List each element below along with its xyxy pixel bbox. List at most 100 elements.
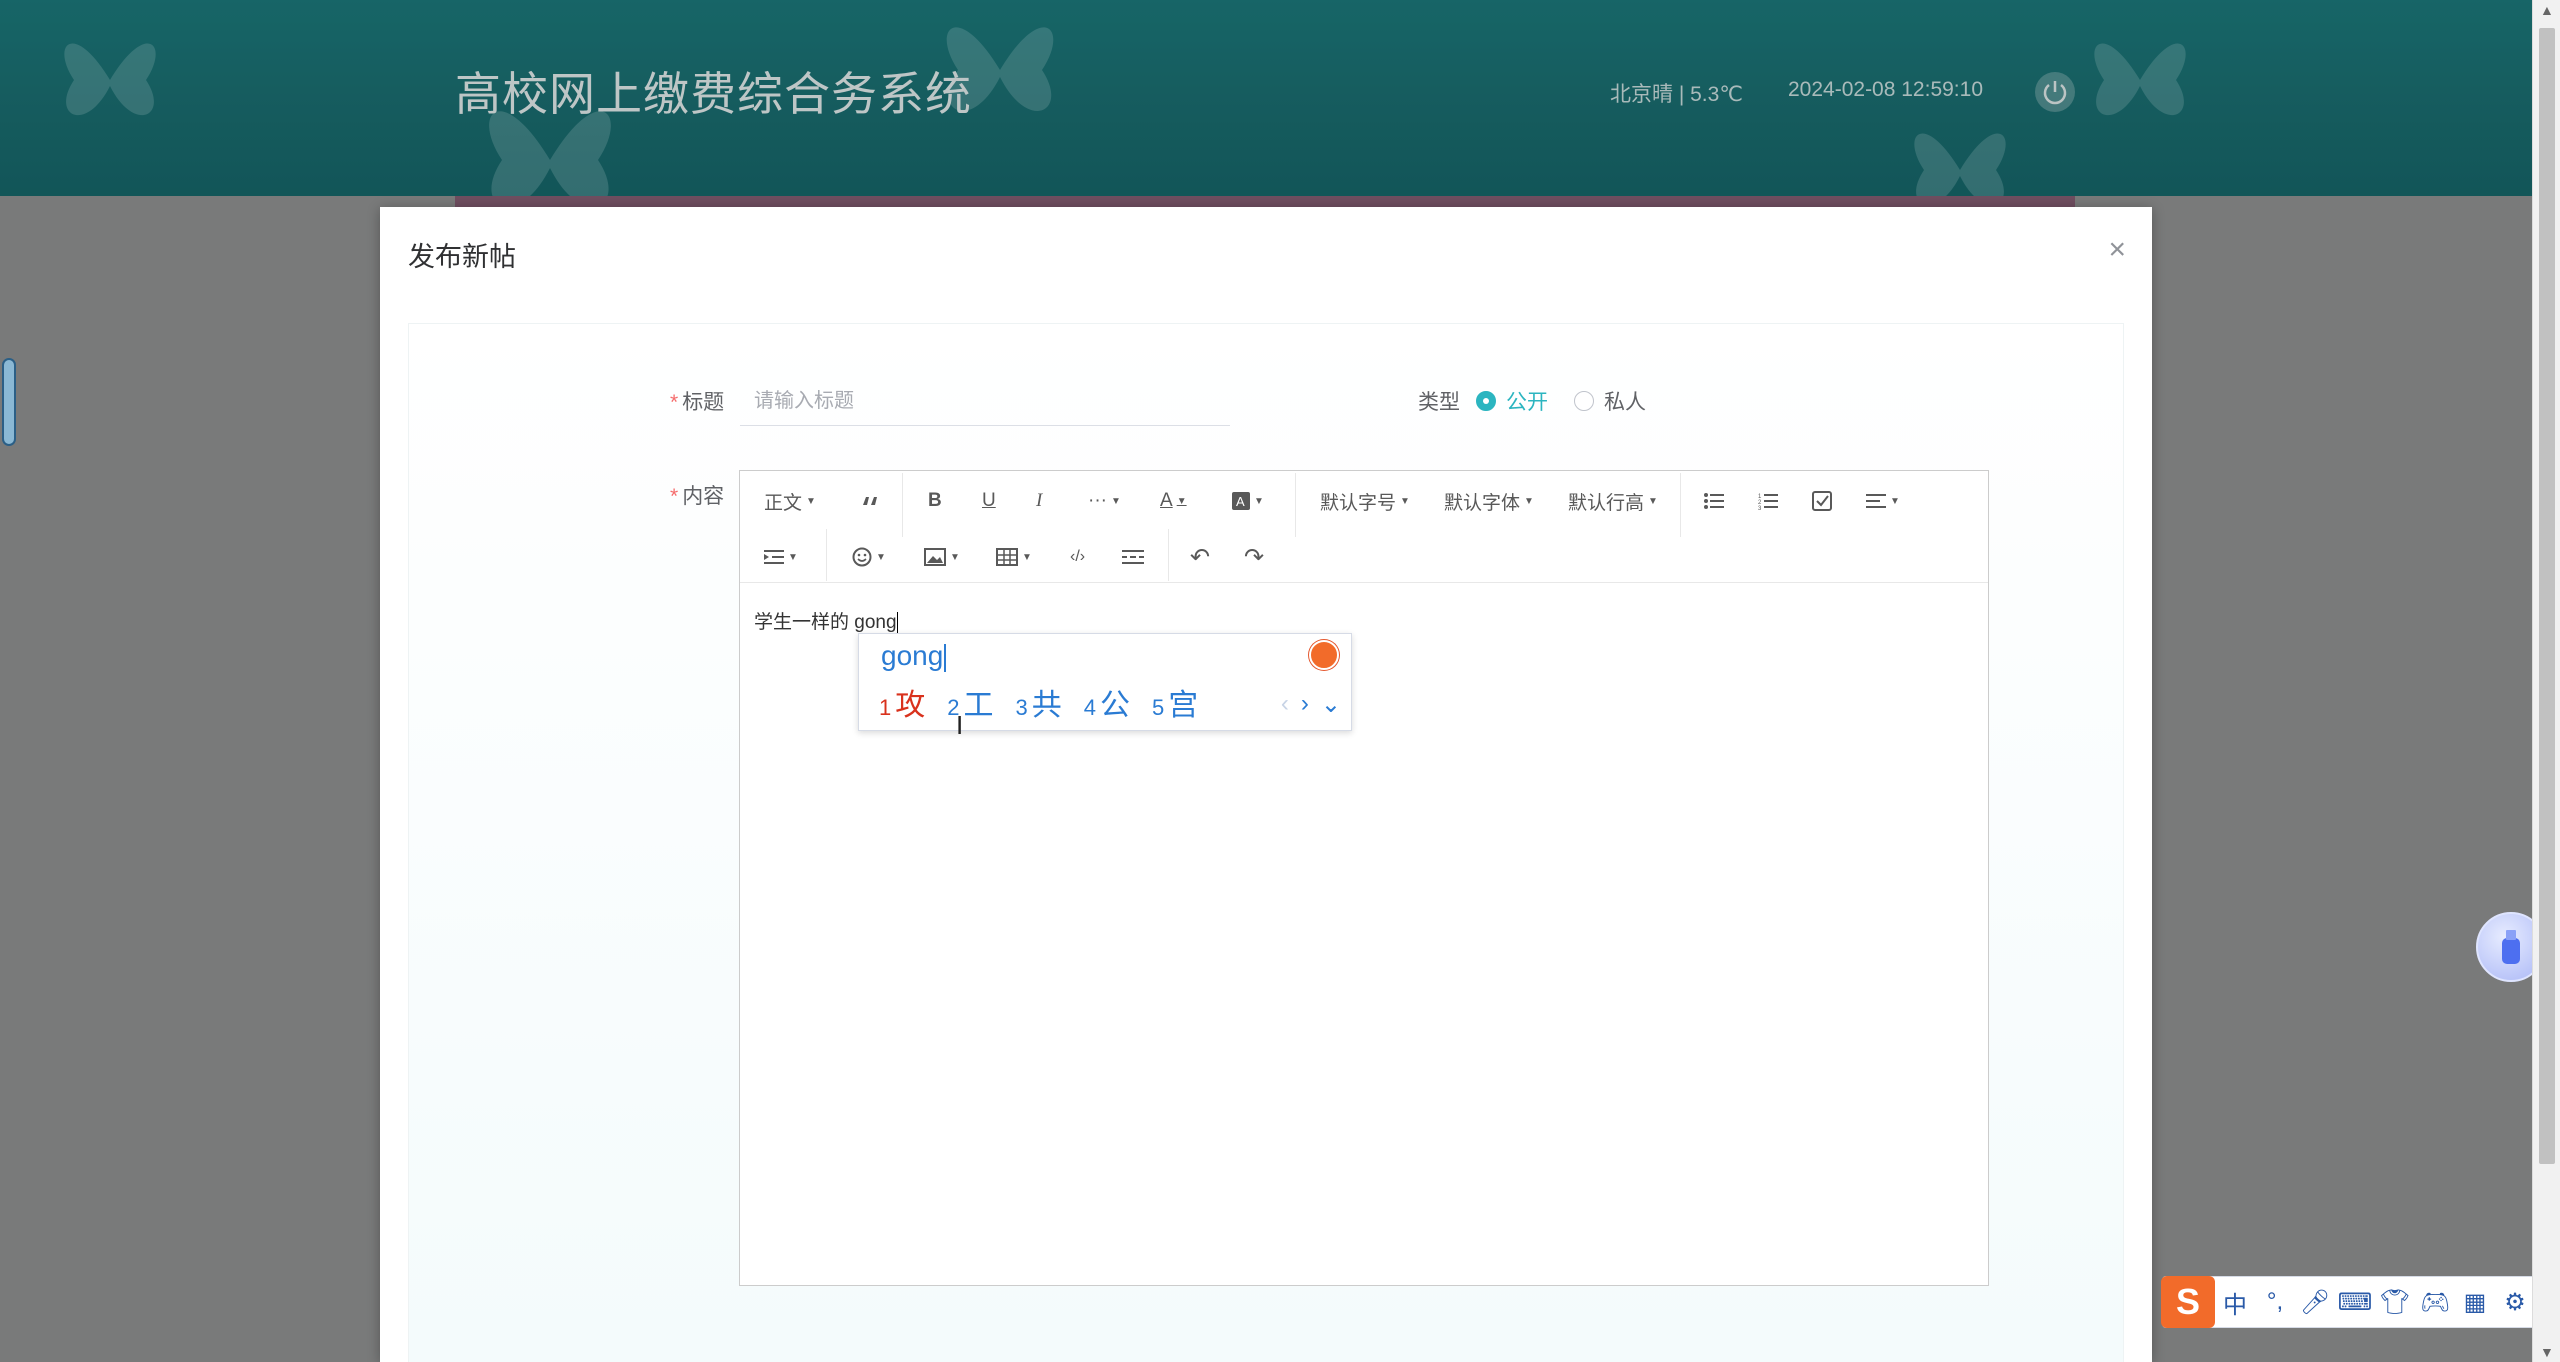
- ime-mode-toggle[interactable]: 中: [2215, 1285, 2255, 1320]
- rich-text-editor: 正文 ▼ B U I ··· ▼ A ▼ A ▼ 默认字号 ▼ 默认字体 ▼ 默认行高 ▼ 1…: [739, 470, 1989, 1286]
- italic-icon[interactable]: I: [1036, 481, 1042, 521]
- undo-icon[interactable]: ↶: [1190, 537, 1210, 577]
- dialog-title: 发布新帖: [408, 242, 516, 272]
- bulleted-list-icon[interactable]: [1704, 481, 1724, 521]
- caret-down-icon: ▼: [950, 551, 960, 563]
- divider-line-icon[interactable]: [1122, 537, 1144, 577]
- toolbar-divider: [1680, 473, 1681, 537]
- ime-candidate-5[interactable]: 5宫: [1152, 680, 1198, 724]
- bold-icon[interactable]: B: [928, 481, 942, 521]
- more-style-label: ···: [1088, 490, 1107, 511]
- font-family-dropdown[interactable]: 默认字体 ▼: [1444, 481, 1534, 521]
- editor-content-text: 学生一样的 gong: [754, 612, 897, 633]
- sogou-logo[interactable]: S: [2161, 1276, 2215, 1328]
- ime-page-nav: ‹ › ⌄: [1281, 690, 1341, 719]
- ime-candidate-4[interactable]: 4公: [1084, 680, 1130, 724]
- sogou-logo-icon[interactable]: [1309, 640, 1339, 670]
- title-input[interactable]: [740, 378, 1230, 426]
- text-caret: [896, 611, 898, 634]
- toolbar-divider: [826, 529, 827, 581]
- page-scrollbar[interactable]: ▲ ▼: [2532, 0, 2560, 1362]
- radio-label-public: 公开: [1506, 391, 1548, 414]
- required-mark: *: [670, 485, 679, 508]
- caret-down-icon: ▼: [1648, 495, 1658, 507]
- caret-down-icon: ▼: [806, 495, 816, 507]
- candidate-text: 工: [963, 689, 994, 722]
- svg-text:3: 3: [1758, 506, 1762, 510]
- radio-checked-icon: [1476, 391, 1496, 411]
- ime-candidate-popup: gong 1攻 2工 3共 4公 5宫 ‹ › ⌄: [858, 633, 1352, 731]
- ime-prev-page-icon[interactable]: ‹: [1281, 690, 1289, 719]
- caret-down-icon: ▼: [1890, 495, 1900, 507]
- caret-down-icon: ▼: [876, 551, 886, 563]
- ime-candidate-2[interactable]: 2工: [947, 680, 993, 724]
- todo-checkbox-icon[interactable]: [1812, 481, 1832, 521]
- emoji-icon[interactable]: ▼: [852, 537, 886, 577]
- line-height-label: 默认行高: [1568, 492, 1645, 514]
- font-size-dropdown[interactable]: 默认字号 ▼: [1320, 481, 1410, 521]
- keyboard-icon[interactable]: ⌨︎: [2335, 1288, 2375, 1317]
- candidate-number: 5: [1152, 695, 1165, 720]
- font-color-icon[interactable]: A ▼: [1160, 481, 1187, 521]
- toolbox-icon[interactable]: ▦: [2455, 1288, 2495, 1317]
- ime-candidate-3[interactable]: 3共: [1016, 680, 1062, 724]
- close-icon[interactable]: ×: [2108, 233, 2126, 267]
- paragraph-format-dropdown[interactable]: 正文 ▼: [764, 481, 816, 521]
- ime-candidate-1[interactable]: 1攻: [879, 680, 925, 724]
- ime-expand-icon[interactable]: ⌄: [1321, 690, 1341, 719]
- more-style-dropdown[interactable]: ··· ▼: [1088, 481, 1121, 521]
- content-label: * 内容: [670, 480, 724, 510]
- ime-pinyin-text: gong: [881, 640, 944, 671]
- toolbar-divider: [1295, 473, 1296, 537]
- toolbar-divider: [1168, 529, 1169, 581]
- game-icon[interactable]: 🎮︎: [2415, 1288, 2455, 1317]
- blockquote-icon[interactable]: [860, 481, 880, 521]
- ime-status-bar: S 中 °, 🎤︎ ⌨︎ 👕︎ 🎮︎ ▦ ⚙: [2161, 1276, 2560, 1328]
- skin-icon[interactable]: 👕︎: [2375, 1288, 2415, 1317]
- editor-content[interactable]: 学生一样的 gong: [754, 607, 898, 634]
- ime-punctuation-toggle[interactable]: °,: [2255, 1288, 2295, 1316]
- mouse-ibeam-cursor-icon: I: [956, 710, 964, 740]
- scrollbar-thumb[interactable]: [2539, 28, 2555, 1164]
- ime-pinyin-input: gong: [881, 640, 947, 672]
- candidate-text: 攻: [895, 689, 926, 722]
- caret-down-icon: ▼: [1254, 495, 1264, 507]
- scroll-down-icon[interactable]: ▼: [2540, 1344, 2554, 1360]
- line-height-dropdown[interactable]: 默认行高 ▼: [1568, 481, 1658, 521]
- candidate-number: 4: [1083, 695, 1096, 720]
- scroll-up-icon[interactable]: ▲: [2540, 2, 2554, 18]
- microphone-icon[interactable]: 🎤︎: [2295, 1288, 2335, 1317]
- radio-unchecked-icon: [1574, 391, 1594, 411]
- caret-down-icon: ▼: [1110, 495, 1121, 507]
- image-icon[interactable]: ▼: [924, 537, 960, 577]
- background-color-icon[interactable]: A ▼: [1232, 481, 1264, 521]
- caret-down-icon: ▼: [788, 551, 798, 563]
- numbered-list-icon[interactable]: 123: [1758, 481, 1778, 521]
- candidate-text: 公: [1100, 689, 1130, 722]
- redo-icon[interactable]: ↷: [1244, 537, 1264, 577]
- candidate-number: 3: [1015, 695, 1028, 720]
- svg-text:A: A: [1236, 494, 1245, 509]
- ime-next-page-icon[interactable]: ›: [1301, 690, 1309, 719]
- align-icon[interactable]: ▼: [1866, 481, 1900, 521]
- indent-icon[interactable]: ▼: [764, 537, 798, 577]
- caret-down-icon: ▼: [1176, 495, 1187, 507]
- code-icon[interactable]: ‹/›: [1070, 537, 1085, 577]
- candidate-number: 1: [879, 695, 892, 720]
- side-handle[interactable]: [2, 358, 16, 446]
- editor-toolbar: 正文 ▼ B U I ··· ▼ A ▼ A ▼ 默认字号 ▼ 默认字体 ▼ 默认行高 ▼ 1…: [740, 471, 1988, 583]
- toolbar-divider: [902, 473, 903, 537]
- type-radio-public[interactable]: 公开: [1476, 386, 1548, 416]
- font-size-label: 默认字号: [1320, 492, 1397, 514]
- ime-caret: [944, 643, 947, 672]
- candidate-text: 共: [1031, 689, 1062, 722]
- settings-icon[interactable]: ⚙: [2495, 1288, 2535, 1317]
- required-mark: *: [670, 391, 679, 414]
- title-label: * 标题: [670, 386, 724, 416]
- type-radio-private[interactable]: 私人: [1574, 386, 1646, 416]
- caret-down-icon: ▼: [1400, 495, 1410, 507]
- underline-icon[interactable]: U: [982, 481, 996, 521]
- table-icon[interactable]: ▼: [996, 537, 1032, 577]
- app-header: 高校网上缴费综合务系统 北京晴 | 5.3℃ 2024-02-08 12:59:…: [0, 0, 2532, 196]
- caret-down-icon: ▼: [1524, 495, 1534, 507]
